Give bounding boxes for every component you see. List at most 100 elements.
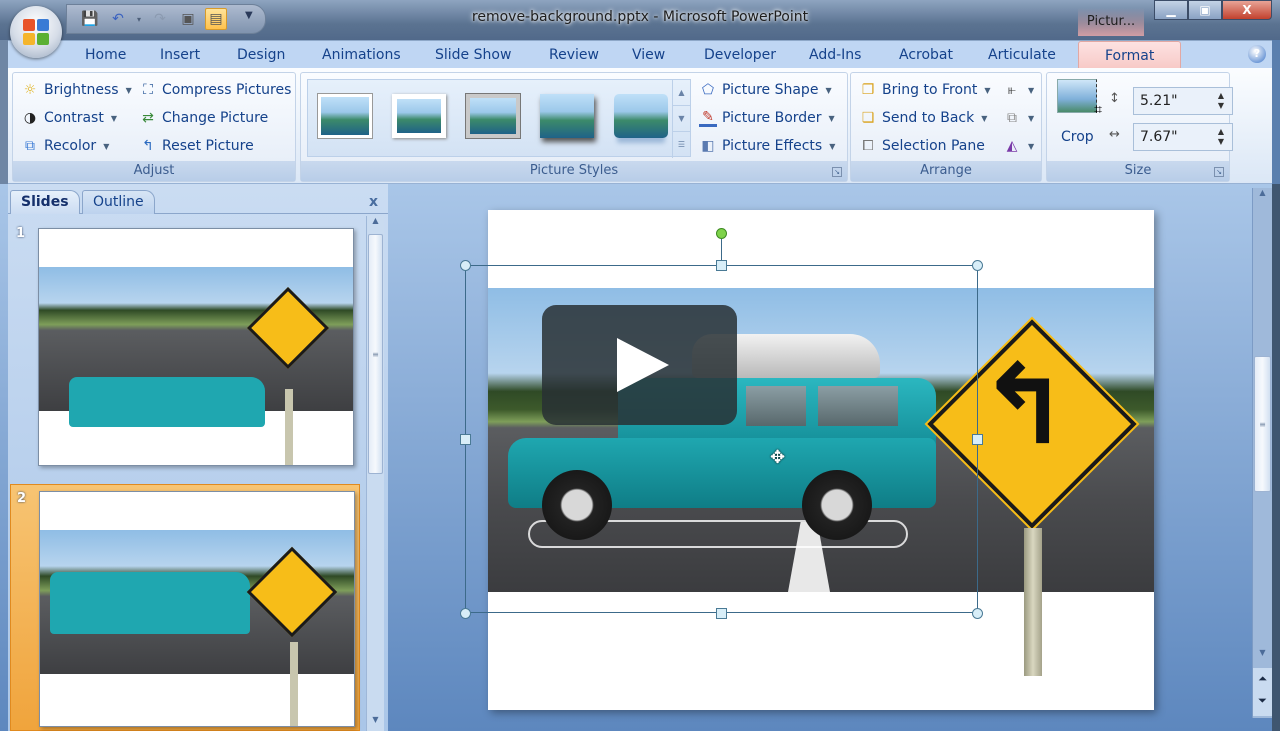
resize-handle-bottom[interactable]: [716, 608, 727, 619]
scrollbar-thumb[interactable]: ≡: [1254, 356, 1271, 492]
picture-style-1[interactable]: [318, 94, 372, 138]
selection-pane-icon: ⧠: [862, 138, 874, 154]
rotation-handle[interactable]: [716, 228, 727, 239]
minimize-button[interactable]: ▁: [1154, 0, 1188, 20]
group-label-picture-styles: Picture Styles: [301, 161, 847, 181]
gallery-more[interactable]: ☰: [673, 132, 690, 158]
maximize-button[interactable]: ▣: [1188, 0, 1222, 20]
send-to-back-button[interactable]: ❏ Send to Back ▼: [859, 109, 988, 127]
picture-style-2[interactable]: [392, 94, 446, 138]
change-picture-label: Change Picture: [162, 110, 269, 126]
undo-dropdown[interactable]: ▾: [135, 8, 143, 30]
picture-style-5[interactable]: [614, 94, 668, 138]
recolor-icon: ⧉: [25, 138, 35, 154]
compress-pictures-button[interactable]: ⛶ Compress Pictures: [139, 81, 291, 99]
tab-articulate[interactable]: Articulate: [988, 47, 1056, 63]
undo-button[interactable]: ↶: [107, 8, 129, 30]
help-button[interactable]: ?: [1248, 45, 1266, 63]
redo-button[interactable]: ↷: [149, 8, 171, 30]
tab-developer[interactable]: Developer: [704, 47, 776, 63]
redo-icon: ↷: [154, 11, 166, 27]
tab-insert[interactable]: Insert: [160, 47, 200, 63]
notes-view-button[interactable]: ▤: [205, 8, 227, 30]
picture-style-3[interactable]: [466, 94, 520, 138]
close-button[interactable]: X: [1222, 0, 1272, 20]
scroll-up-button[interactable]: ▲: [367, 216, 384, 232]
scroll-down-button[interactable]: ▼: [367, 715, 384, 731]
contrast-label: Contrast: [44, 110, 104, 126]
bring-to-front-button[interactable]: ❐ Bring to Front ▼: [859, 81, 991, 99]
slide-thumbnail-1[interactable]: 1: [10, 220, 360, 470]
rotate-button[interactable]: ◭ ▼: [1003, 137, 1035, 155]
slide-thumbnail-2[interactable]: 2: [10, 484, 360, 731]
picture-effects-button[interactable]: ◧ Picture Effects ▼: [699, 137, 835, 155]
tab-home[interactable]: Home: [85, 47, 126, 63]
send-to-back-icon: ❏: [861, 110, 875, 126]
customize-qat-icon: ▼: [245, 10, 253, 21]
tab-slide-show[interactable]: Slide Show: [435, 47, 511, 63]
brightness-button[interactable]: ☼ Brightness ▼: [21, 81, 132, 99]
resize-handle-left[interactable]: [460, 434, 471, 445]
contrast-button[interactable]: ◑ Contrast ▼: [21, 109, 117, 127]
tab-acrobat[interactable]: Acrobat: [899, 47, 953, 63]
close-pane-button[interactable]: x: [369, 194, 378, 210]
gallery-scroll-up[interactable]: ▲: [673, 80, 690, 106]
help-icon: ?: [1253, 47, 1261, 60]
resize-handle-top[interactable]: [716, 260, 727, 271]
resize-handle-bottom-right[interactable]: [972, 608, 983, 619]
office-button[interactable]: [10, 6, 62, 58]
customize-qat-button[interactable]: ▼: [245, 10, 253, 21]
picture-border-button[interactable]: ✎ Picture Border ▼: [699, 109, 835, 127]
scroll-down-button[interactable]: ▼: [1253, 648, 1272, 664]
group-icon: ⧉: [1007, 110, 1017, 126]
recolor-button[interactable]: ⧉ Recolor ▼: [21, 137, 109, 155]
picture-style-4[interactable]: [540, 94, 594, 138]
normal-view-button[interactable]: ▣: [177, 8, 199, 30]
tab-outline[interactable]: Outline: [82, 190, 155, 214]
video-play-button[interactable]: [542, 305, 737, 425]
gallery-scroll-down[interactable]: ▼: [673, 106, 690, 132]
scroll-up-button[interactable]: ▲: [1253, 188, 1272, 204]
next-slide-icon: ⏷: [1258, 694, 1267, 707]
change-picture-button[interactable]: ⇄ Change Picture: [139, 109, 268, 127]
slide-preview: [39, 491, 355, 727]
resize-handle-top-right[interactable]: [972, 260, 983, 271]
previous-slide-button[interactable]: ⏶: [1253, 668, 1272, 690]
group-objects-button[interactable]: ⧉ ▼: [1003, 109, 1034, 127]
spin-arrows-icon[interactable]: ▲ ▼: [1218, 127, 1224, 147]
save-button[interactable]: 💾: [79, 8, 101, 30]
slides-pane-scrollbar[interactable]: ▲ ≡ ▼: [366, 216, 384, 731]
contextual-tab-group-picture-tools: Pictur...: [1078, 8, 1144, 36]
resize-handle-bottom-left[interactable]: [460, 608, 471, 619]
reset-picture-button[interactable]: ↰ Reset Picture: [139, 137, 254, 155]
resize-handle-right[interactable]: [972, 434, 983, 445]
tab-view[interactable]: View: [632, 47, 665, 63]
selection-pane-button[interactable]: ⧠ Selection Pane: [859, 137, 984, 155]
picture-styles-dialog-launcher[interactable]: ↘: [832, 167, 842, 177]
tab-slides[interactable]: Slides: [10, 190, 80, 214]
tab-add-ins[interactable]: Add-Ins: [809, 47, 861, 63]
reset-picture-label: Reset Picture: [162, 138, 254, 154]
size-dialog-launcher[interactable]: ↘: [1214, 167, 1224, 177]
crop-button[interactable]: ⌗: [1057, 79, 1102, 118]
tab-design[interactable]: Design: [237, 47, 285, 63]
editor-scrollbar[interactable]: ▲ ≡ ▼ ⏶ ⏷: [1252, 188, 1272, 718]
close-icon: X: [1242, 3, 1252, 17]
contrast-icon: ◑: [23, 110, 37, 126]
tab-animations[interactable]: Animations: [322, 47, 401, 63]
align-button[interactable]: ⫦ ▼: [1003, 81, 1034, 99]
picture-shape-button[interactable]: ⬠ Picture Shape ▼: [699, 81, 832, 99]
dropdown-arrow-icon: ▼: [829, 141, 836, 151]
dropdown-arrow-icon: ▼: [125, 85, 132, 95]
window-controls: ▁ ▣ X: [1154, 0, 1272, 20]
width-spinner[interactable]: 7.67" ▲ ▼: [1133, 123, 1233, 151]
scrollbar-thumb[interactable]: ≡: [368, 234, 383, 474]
dialog-launcher-icon: ↘: [834, 168, 840, 176]
tab-format[interactable]: Format: [1078, 41, 1182, 69]
resize-handle-top-left[interactable]: [460, 260, 471, 271]
height-spinner[interactable]: 5.21" ▲ ▼: [1133, 87, 1233, 115]
group-label-size: Size: [1047, 161, 1229, 181]
tab-review[interactable]: Review: [549, 47, 599, 63]
spin-arrows-icon[interactable]: ▲ ▼: [1218, 91, 1224, 111]
next-slide-button[interactable]: ⏷: [1253, 690, 1272, 712]
